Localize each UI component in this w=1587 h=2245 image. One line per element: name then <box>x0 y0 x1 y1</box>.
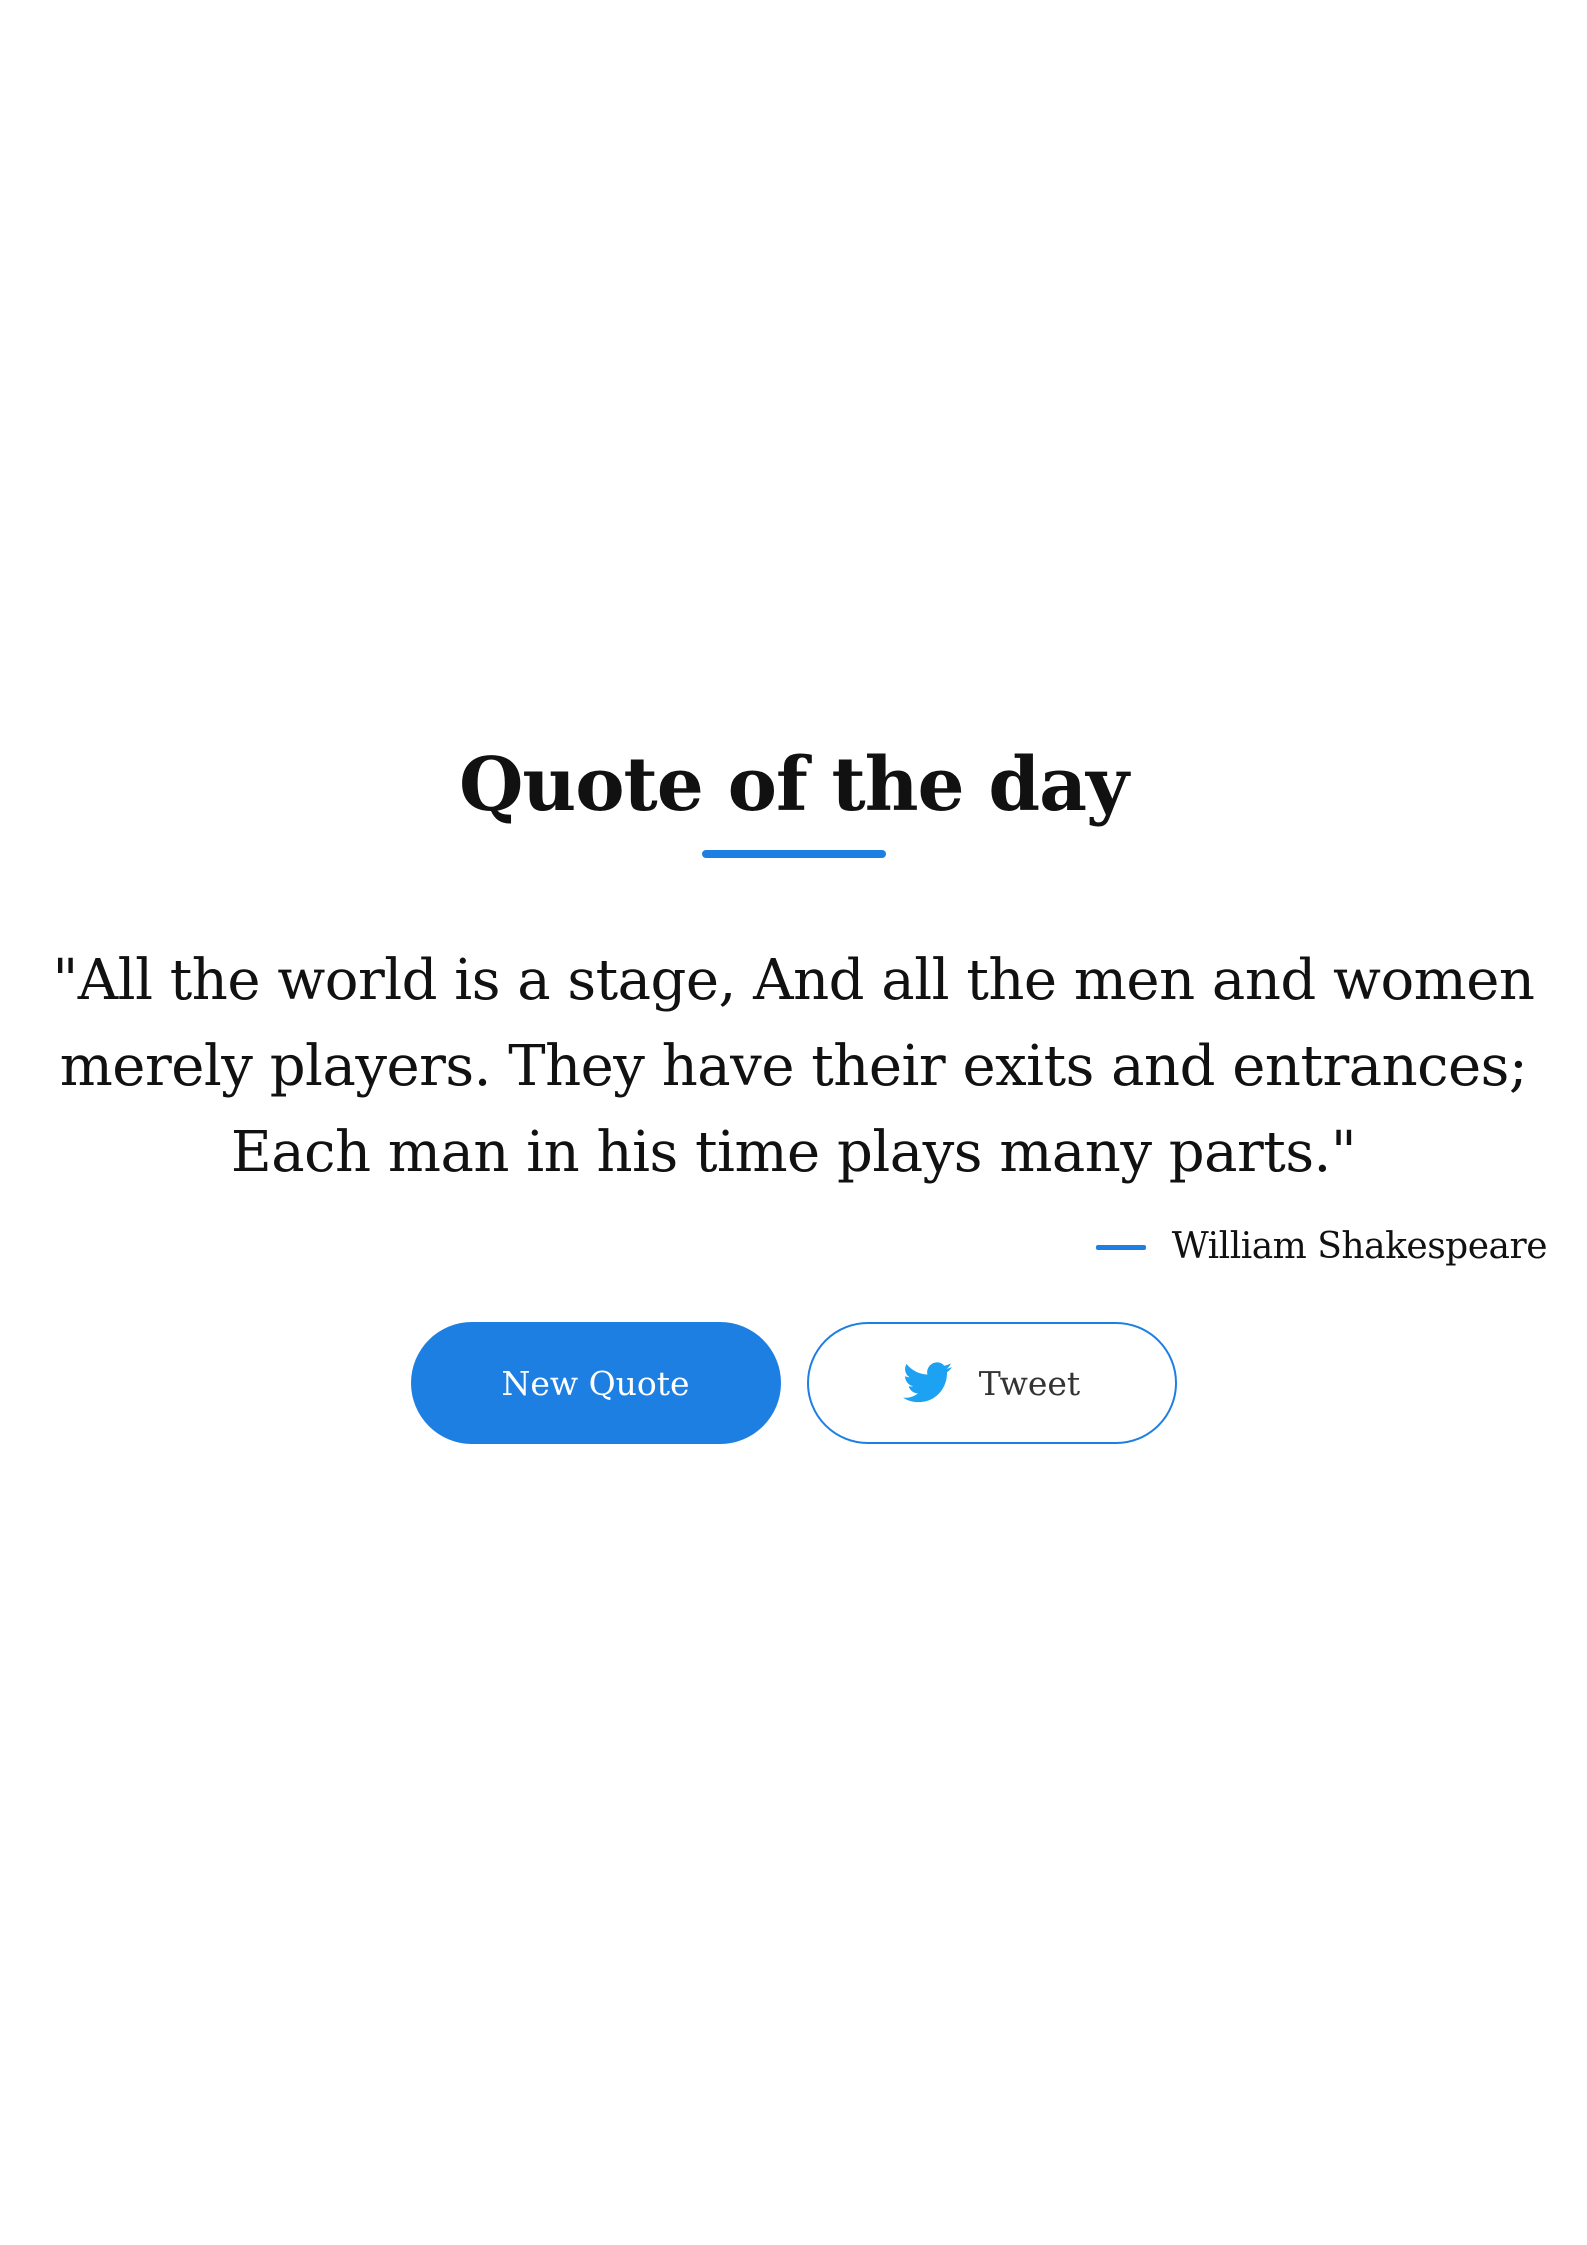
tweet-label: Tweet <box>978 1363 1081 1403</box>
quote-card: Quote of the day "All the world is a sta… <box>0 740 1587 1444</box>
page-title: Quote of the day <box>458 742 1129 828</box>
new-quote-label: New Quote <box>501 1363 690 1403</box>
author-row: William Shakespeare <box>0 1224 1587 1270</box>
title-underline <box>701 850 886 858</box>
tweet-button[interactable]: Tweet <box>806 1322 1177 1444</box>
quote-author: William Shakespeare <box>1171 1226 1548 1267</box>
twitter-bird-icon <box>902 1362 952 1403</box>
quote-text: "All the world is a stage, And all the m… <box>52 948 1535 1185</box>
action-buttons: New Quote Tweet <box>0 1322 1587 1444</box>
new-quote-button[interactable]: New Quote <box>410 1322 781 1444</box>
author-dash <box>1095 1244 1146 1250</box>
